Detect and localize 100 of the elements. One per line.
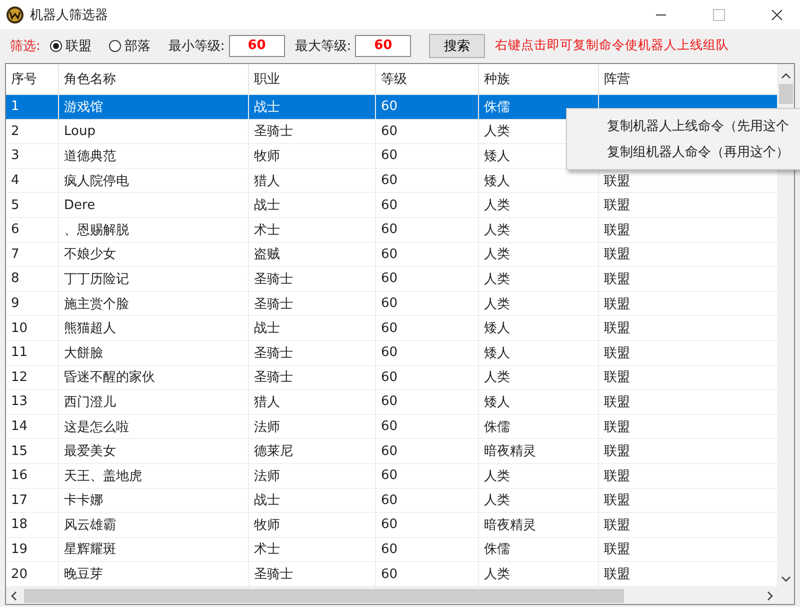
table-cell-text: 矮人 [484,172,510,190]
search-button[interactable]: 搜索 [429,34,486,58]
table-cell-text: 牧师 [254,516,280,534]
table-cell-text: 熊猫超人 [64,320,116,338]
table-cell-text: 牧师 [254,148,280,165]
table-cell-text: 联盟 [604,492,630,510]
table-cell: 60 [381,99,398,114]
table-cell-text: 游戏馆 [64,98,103,116]
table-cell-text: 天王、盖地虎 [64,468,142,485]
min-level-field[interactable]: 60 [228,34,285,56]
table-cell: 60 [381,566,398,582]
table-cell-text: 矮人 [484,320,510,338]
table-row[interactable]: 15 最爱美女 德莱尼 60 暗夜精灵 联盟 [6,439,777,464]
column-header[interactable]: 职业 [249,64,376,94]
table-cell: 5 [11,198,20,213]
table-cell-text: 联盟 [604,566,630,584]
table-cell-text: 术士 [254,541,280,558]
scroll-thumb[interactable] [778,84,792,104]
column-header[interactable]: 种族 [479,64,599,94]
table-row[interactable]: 6 、恩赐解脱 术士 60 人类 联盟 [6,218,777,243]
table-cell-text: 人类 [484,222,510,239]
table-cell-text: 、恩赐解脱 [64,222,129,239]
table-cell: 60 [381,394,398,410]
table-cell: 9 [11,296,20,312]
table-cell: 15 [11,444,28,459]
table-cell-text: 人类 [484,270,510,288]
table-cell-text: 术士 [254,222,280,239]
table-cell: 60 [381,222,398,238]
table-cell-text: 圣骑士 [254,296,293,313]
table-cell-text: 昏迷不醒的家伙 [64,369,155,386]
scroll-left-icon[interactable] [10,590,18,600]
table-cell: 60 [381,198,398,213]
table-cell: 60 [381,419,398,434]
filter-label: 筛选: [10,38,40,54]
table-cell-text: 联盟 [604,516,630,534]
table-cell-text: 晚豆芽 [64,566,103,584]
table-cell: 16 [11,468,28,484]
table-row[interactable]: 12 昏迷不醒的家伙 圣骑士 60 人类 联盟 [6,366,777,390]
table-cell-text: 不娘少女 [64,246,116,264]
table-cell-text: 联盟 [604,369,630,386]
horizontal-scrollbar[interactable] [5,587,795,605]
table-row[interactable]: 7 不娘少女 盗贼 60 人类 联盟 [6,242,777,268]
max-level-field[interactable]: 60 [355,34,412,56]
scroll-down-icon[interactable] [780,575,790,583]
table-cell-text: 联盟 [604,344,630,362]
table-cell: 11 [11,345,28,360]
column-header[interactable]: 等级 [376,64,479,94]
table-row[interactable]: 8 丁丁历险记 圣骑士 60 人类 联盟 [6,267,777,292]
column-header[interactable]: 角色名称 [59,64,249,94]
table-row[interactable]: 14 这是怎么啦 法师 60 侏儒 联盟 [6,414,777,440]
table-row[interactable]: 13 西门澄儿 猎人 60 矮人 联盟 [6,390,777,415]
table-cell-text: 卡卡娜 [64,492,103,510]
table-cell: 60 [381,517,398,532]
scroll-right-icon[interactable] [766,590,774,600]
table-cell: 10 [11,320,28,336]
table-cell-text: 矮人 [484,148,510,165]
table-row[interactable]: 9 施主赏个脸 圣骑士 60 人类 联盟 [6,292,777,316]
table-cell-text: 战士 [254,98,280,116]
faction-radio[interactable]: 部落 [109,36,150,54]
column-header[interactable]: 序号 [6,64,59,94]
table-cell: 60 [381,345,398,360]
max-level-label: 最大等级: [294,38,352,54]
table-cell-text: 联盟 [604,172,630,190]
table-cell-text: 联盟 [604,270,630,288]
table-cell: 18 [11,517,28,532]
table-cell-text: 联盟 [604,197,630,214]
table-cell: 6 [11,222,20,238]
table-cell-text: 圣骑士 [254,369,293,386]
table-row[interactable]: 18 风云雄霸 牧师 60 暗夜精灵 联盟 [6,513,777,538]
table-cell-text: 人类 [484,197,510,214]
table-row[interactable]: 10 熊猫超人 战士 60 矮人 联盟 [6,316,777,341]
scroll-thumb[interactable] [24,588,624,602]
table-cell-text: 联盟 [604,468,630,485]
table-cell-text: 侏儒 [484,541,510,558]
table-cell: 60 [381,296,398,312]
table-row[interactable]: 11 大餅臉 圣骑士 60 矮人 联盟 [6,340,777,366]
scroll-up-icon[interactable] [780,72,790,80]
table-cell: 8 [11,271,20,286]
table-cell: 60 [381,246,398,262]
table-cell-text: 矮人 [484,344,510,362]
table-row[interactable]: 16 天王、盖地虎 法师 60 人类 联盟 [6,464,777,488]
table-cell: 4 [11,173,20,188]
table-cell: 60 [381,271,398,286]
close-icon[interactable] [771,8,783,20]
table-cell-text: 侏儒 [484,418,510,436]
table-cell-text: 圣骑士 [254,344,293,362]
table-cell-text: 人类 [484,566,510,584]
table-cell-text: 大餅臉 [64,344,103,362]
table-cell-text: 联盟 [604,320,630,338]
table-row[interactable]: 17 卡卡娜 战士 60 人类 联盟 [6,488,777,514]
faction-radio[interactable]: 联盟 [50,36,92,54]
table-cell: 60 [381,542,398,557]
table-cell: 2 [11,124,20,139]
table-cell-text: 矮人 [484,394,510,411]
table-cell-text: 猎人 [254,394,280,411]
table-row[interactable]: 19 星辉耀斑 术士 60 侏儒 联盟 [6,538,777,562]
table-cell-text: 圣骑士 [254,123,293,140]
table-row[interactable]: 5 Dere 战士 60 人类 联盟 [6,193,777,218]
table-cell-text: 这是怎么啦 [64,418,129,436]
table-cell-text: 联盟 [604,541,630,558]
